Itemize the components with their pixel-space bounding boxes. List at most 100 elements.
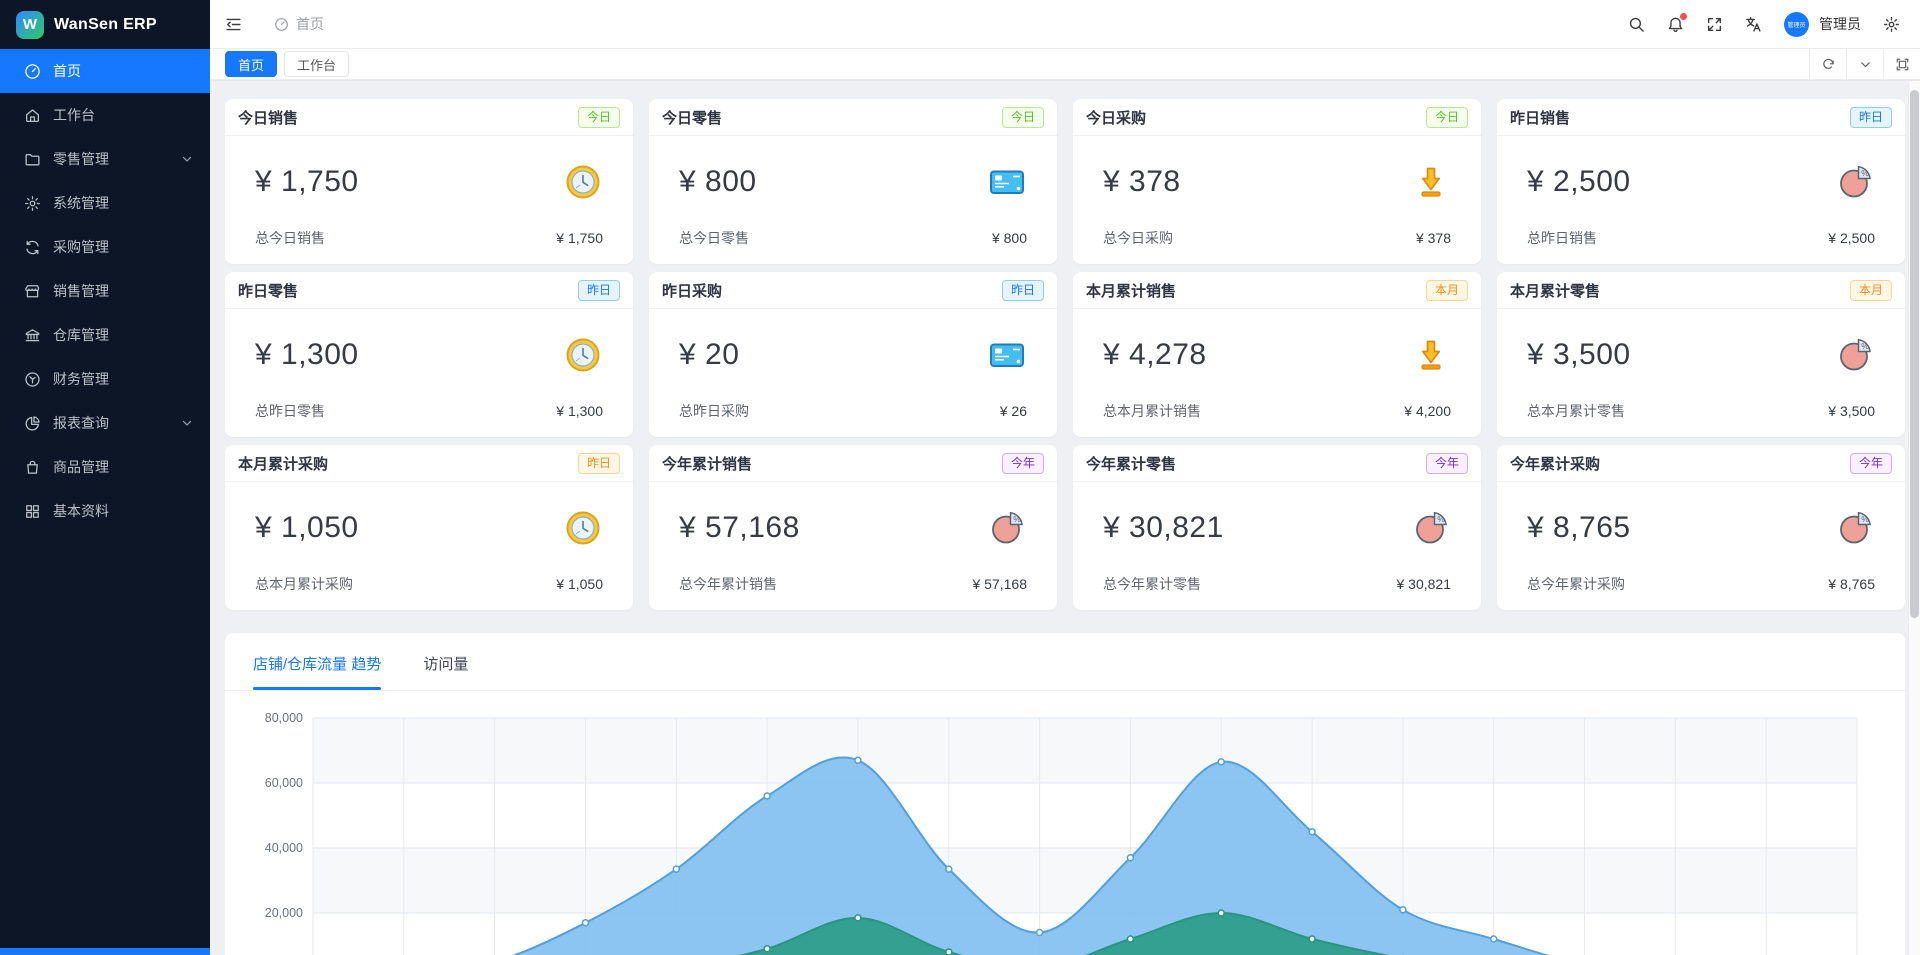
sidebar-item-goods[interactable]: 商品管理: [0, 445, 210, 489]
page-tab-workbench[interactable]: 工作台: [284, 51, 349, 77]
chevron-down-icon[interactable]: [1846, 49, 1883, 80]
stat-card-title: 今日零售: [662, 107, 722, 128]
gauge-icon: [24, 63, 41, 80]
stat-card-badge: 今日: [578, 107, 620, 128]
chart-tabs: 店铺/仓库流量 趋势 访问量: [225, 633, 1905, 691]
main-area: 首页 管理员 管理员 首页 工作台: [210, 0, 1920, 955]
sidebar-item-retail[interactable]: 零售管理: [0, 137, 210, 181]
trend-area-chart: 80,00060,00040,00020,000: [225, 691, 1905, 955]
chart-tab-visits[interactable]: 访问量: [423, 653, 468, 690]
breadcrumb[interactable]: 首页: [274, 14, 324, 34]
svg-text:%: %: [1437, 514, 1445, 524]
chevron-down-icon: [180, 416, 194, 430]
sidebar-item-warehouse[interactable]: 仓库管理: [0, 313, 210, 357]
stat-card-footer-label: 总今日零售: [679, 228, 749, 248]
svg-text:60,000: 60,000: [265, 776, 303, 790]
sidebar-item-label: 基本资料: [53, 501, 194, 521]
sidebar-item-sales[interactable]: 销售管理: [0, 269, 210, 313]
app-logo[interactable]: W WanSen ERP: [0, 0, 210, 49]
stat-card-badge: 昨日: [1002, 280, 1044, 301]
stat-card-yday-retail: 昨日零售 昨日 ¥ 1,300 总昨日零售 ¥ 1,300: [225, 272, 633, 437]
folder-icon: [24, 151, 41, 168]
stat-card-value: ¥ 57,168: [679, 511, 800, 545]
maximize-icon[interactable]: [1883, 49, 1920, 80]
svg-text:%: %: [1013, 514, 1021, 524]
stat-card-value: ¥ 2,500: [1527, 165, 1631, 199]
stat-card-badge: 昨日: [578, 453, 620, 474]
sidebar-item-home[interactable]: 首页: [0, 49, 210, 93]
grid-icon: [24, 503, 41, 520]
sidebar-item-label: 销售管理: [53, 281, 194, 301]
settings-gear-icon[interactable]: [1883, 16, 1900, 33]
stat-card-footer-label: 总昨日采购: [679, 401, 749, 421]
sync-icon: [24, 239, 41, 256]
stat-card-title: 今年累计销售: [662, 453, 752, 474]
sidebar-item-system[interactable]: 系统管理: [0, 181, 210, 225]
sidebar-item-basic[interactable]: 基本资料: [0, 489, 210, 533]
scrollbar-thumb[interactable]: [1910, 90, 1919, 618]
stat-card-year-purchase: 今年累计采购 今年 ¥ 8,765 % 总今年累计采购 ¥ 8,765: [1497, 445, 1905, 610]
sidebar-item-finance[interactable]: 财务管理: [0, 357, 210, 401]
sidebar-item-label: 采购管理: [53, 237, 194, 257]
trend-chart-card: 店铺/仓库流量 趋势 访问量 80,00060,00040,00020,000: [225, 633, 1905, 955]
stat-card-year-retail: 今年累计零售 今年 ¥ 30,821 % 总今年累计零售 ¥ 30,821: [1073, 445, 1481, 610]
stat-card-value: ¥ 1,050: [255, 511, 359, 545]
stat-card-title: 本月累计销售: [1086, 280, 1176, 301]
vertical-scrollbar[interactable]: [1908, 81, 1920, 955]
sidebar-item-reports[interactable]: 报表查询: [0, 401, 210, 445]
svg-text:80,000: 80,000: [265, 711, 303, 725]
stat-card-badge: 昨日: [578, 280, 620, 301]
stat-card-badge: 本月: [1426, 280, 1468, 301]
notification-bell-icon[interactable]: [1667, 16, 1684, 33]
clock-icon: [563, 162, 603, 202]
stat-card-footer-value: ¥ 378: [1416, 230, 1451, 246]
header-actions: 管理员 管理员: [1628, 12, 1900, 37]
refresh-icon[interactable]: [1809, 49, 1846, 80]
stat-card-footer-value: ¥ 57,168: [973, 576, 1028, 592]
gear-icon: [24, 195, 41, 212]
stat-card-value: ¥ 8,765: [1527, 511, 1631, 545]
stat-card-footer-label: 总今年累计零售: [1103, 574, 1201, 594]
user-avatar[interactable]: 管理员: [1784, 12, 1809, 37]
stat-card-title: 今日采购: [1086, 107, 1146, 128]
sidebar-item-label: 零售管理: [53, 149, 168, 169]
stat-card-footer-value: ¥ 1,300: [556, 403, 603, 419]
stat-card-value: ¥ 1,300: [255, 338, 359, 372]
sidebar-item-purchase[interactable]: 采购管理: [0, 225, 210, 269]
search-icon[interactable]: [1628, 16, 1645, 33]
breadcrumb-item[interactable]: 首页: [296, 14, 324, 34]
language-translate-icon[interactable]: [1745, 16, 1762, 33]
sidebar-item-label: 系统管理: [53, 193, 194, 213]
svg-text:%: %: [1861, 514, 1869, 524]
stat-card-footer-value: ¥ 4,200: [1404, 403, 1451, 419]
fullscreen-icon[interactable]: [1706, 16, 1723, 33]
stat-card-footer-label: 总本月累计采购: [255, 574, 353, 594]
download-icon: [1411, 335, 1451, 375]
stat-card-footer-value: ¥ 800: [992, 230, 1027, 246]
stat-card-badge: 今日: [1002, 107, 1044, 128]
svg-text:%: %: [1861, 168, 1869, 178]
stat-card-value: ¥ 30,821: [1103, 511, 1224, 545]
credit-card-icon: [987, 335, 1027, 375]
finance-icon: [24, 371, 41, 388]
user-name[interactable]: 管理员: [1819, 14, 1861, 34]
stat-card-badge: 今年: [1850, 453, 1892, 474]
sidebar-item-workbench[interactable]: 工作台: [0, 93, 210, 137]
stat-card-footer-value: ¥ 30,821: [1397, 576, 1452, 592]
stat-card-month-sales: 本月累计销售 本月 ¥ 4,278 总本月累计销售 ¥ 4,200: [1073, 272, 1481, 437]
page-tab-home[interactable]: 首页: [225, 51, 277, 77]
stat-card-value: ¥ 4,278: [1103, 338, 1207, 372]
sidebar-bottom-indicator: [0, 948, 210, 955]
stat-card-month-retail: 本月累计零售 本月 ¥ 3,500 % 总本月累计零售 ¥ 3,500: [1497, 272, 1905, 437]
chart-tab-flow-trend[interactable]: 店铺/仓库流量 趋势: [253, 653, 381, 690]
stat-card-value: ¥ 3,500: [1527, 338, 1631, 372]
stat-card-title: 今年累计零售: [1086, 453, 1176, 474]
stat-card-title: 今年累计采购: [1510, 453, 1600, 474]
credit-card-icon: [987, 162, 1027, 202]
stat-cards-grid: 今日销售 今日 ¥ 1,750 总今日销售 ¥ 1,750 今日零售 今日 ¥ …: [225, 99, 1905, 610]
page-content: 今日销售 今日 ¥ 1,750 总今日销售 ¥ 1,750 今日零售 今日 ¥ …: [210, 81, 1908, 955]
sidebar-item-label: 商品管理: [53, 457, 194, 477]
stat-card-badge: 今年: [1002, 453, 1044, 474]
menu-fold-icon[interactable]: [225, 16, 242, 33]
stat-card-today-retail: 今日零售 今日 ¥ 800 总今日零售 ¥ 800: [649, 99, 1057, 264]
